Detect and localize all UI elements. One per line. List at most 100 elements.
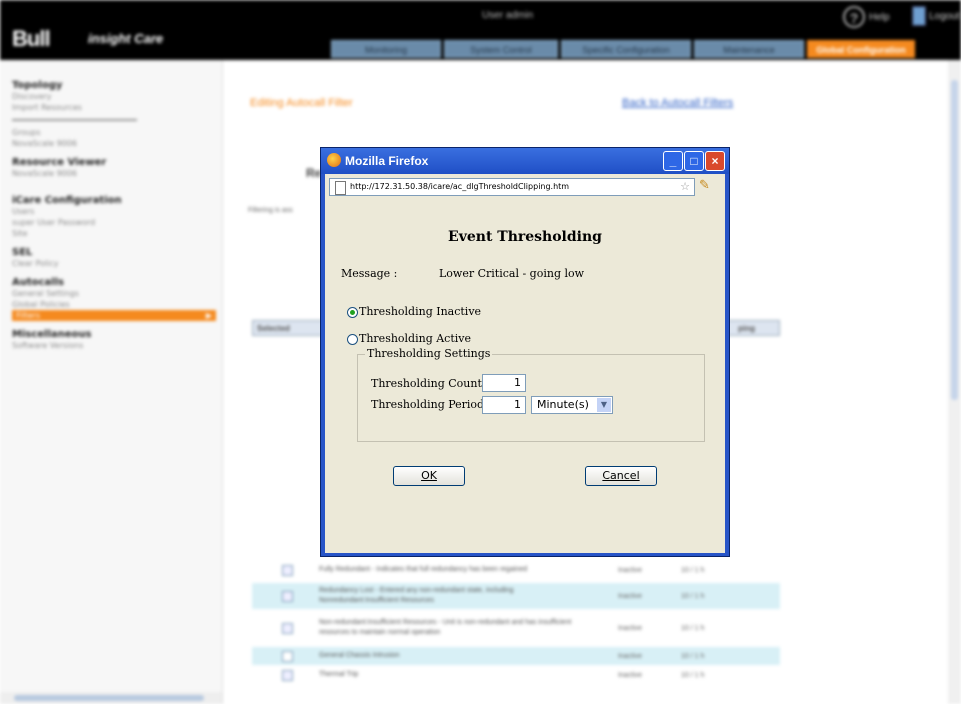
thresholding-count-input[interactable]: 1 bbox=[482, 374, 526, 392]
scrollbar-thumb[interactable] bbox=[951, 80, 958, 400]
period-unit-value: Minute(s) bbox=[537, 398, 589, 411]
window-titlebar[interactable]: Mozilla Firefox _ □ × bbox=[321, 148, 729, 174]
cancel-label: Cancel bbox=[602, 469, 640, 482]
app-name: insight Care bbox=[88, 31, 164, 46]
dialog-title: Event Thresholding bbox=[448, 229, 602, 245]
row-clipping: 10 / 1 h bbox=[681, 652, 705, 660]
page-icon bbox=[335, 181, 346, 195]
sidebar-item-super-user-password[interactable]: super User Password bbox=[0, 217, 222, 228]
radio-thresholding-active[interactable] bbox=[347, 334, 358, 345]
row-description: Thermal Trip bbox=[319, 671, 359, 678]
header-clipping: ping bbox=[738, 323, 755, 333]
tab-specific-configuration[interactable]: Specific Configuration bbox=[561, 40, 691, 58]
row-state: Inactive bbox=[617, 671, 643, 679]
row-clipping: 10 / 1 h bbox=[681, 592, 705, 600]
sidebar-section-topology: Topology bbox=[12, 80, 63, 91]
maximize-icon[interactable]: □ bbox=[684, 151, 704, 171]
row-state: Inactive bbox=[617, 566, 643, 574]
row-checkbox[interactable] bbox=[282, 564, 293, 576]
sidebar-item-filters[interactable]: Filters bbox=[12, 310, 216, 321]
thresholding-settings-legend: Thresholding Settings bbox=[365, 347, 493, 360]
close-icon[interactable]: × bbox=[705, 151, 725, 171]
minimize-icon[interactable]: _ bbox=[663, 151, 683, 171]
main-tabs: Monitoring System Control Specific Confi… bbox=[331, 40, 915, 60]
row-checkbox[interactable] bbox=[282, 590, 293, 602]
row-checkbox[interactable] bbox=[282, 650, 293, 662]
sidebar-section-autocalls: Autocalls bbox=[12, 277, 64, 288]
sidebar-section-icare-configuration: iCare Configuration bbox=[12, 195, 122, 206]
address-bar: http://172.31.50.38/icare/ac_dlgThreshol… bbox=[325, 174, 725, 201]
logout-icon bbox=[912, 6, 926, 26]
sidebar-item-group-novascale[interactable]: NovaScale 9006 bbox=[0, 138, 222, 149]
sidebar-divider bbox=[12, 119, 137, 121]
table-row: Fully Redundant - Indicates that full re… bbox=[252, 558, 780, 583]
tab-system-control[interactable]: System Control bbox=[444, 40, 558, 58]
sidebar-item-site[interactable]: Site bbox=[0, 228, 222, 239]
row-checkbox[interactable] bbox=[282, 622, 293, 634]
sidebar-item-viewer-novascale[interactable]: NovaScale 9006 bbox=[0, 168, 222, 179]
row-description: Fully Redundant - Indicates that full re… bbox=[319, 566, 528, 573]
row-clipping: 10 / 1 h bbox=[681, 671, 705, 679]
count-label: Thresholding Count bbox=[371, 377, 482, 390]
page-title: Editing Autocall Filter bbox=[250, 97, 353, 109]
bull-logo: Bull bbox=[12, 26, 51, 51]
ok-label: OK bbox=[421, 469, 437, 482]
row-state: Inactive bbox=[617, 624, 643, 632]
sidebar-horizontal-scrollbar[interactable] bbox=[0, 692, 222, 704]
sidebar-section-resource-viewer: Resource Viewer bbox=[12, 157, 107, 168]
help-label: Help bbox=[869, 11, 890, 23]
filtering-text: Filtering is ass bbox=[248, 207, 293, 214]
header-selected: Selected bbox=[257, 323, 290, 333]
tab-monitoring[interactable]: Monitoring bbox=[331, 40, 441, 58]
tab-maintenance[interactable]: Maintenance bbox=[694, 40, 804, 58]
period-label: Thresholding Period bbox=[371, 398, 485, 411]
sidebar-item-discovery[interactable]: Discovery bbox=[0, 91, 222, 102]
message-value: Lower Critical - going low bbox=[439, 267, 585, 280]
top-bar: Bull insight Care User admin ? Help Logo… bbox=[0, 0, 961, 60]
row-description: Redundancy Lost - Entered any non-redund… bbox=[319, 587, 514, 604]
period-unit-select[interactable]: Minute(s) ▼ bbox=[531, 396, 613, 414]
url-text: http://172.31.50.38/icare/ac_dlgThreshol… bbox=[350, 182, 570, 191]
url-field[interactable]: http://172.31.50.38/icare/ac_dlgThreshol… bbox=[329, 178, 695, 196]
row-clipping: 10 / 1 h bbox=[681, 566, 705, 574]
edit-icon[interactable]: ✎ bbox=[699, 178, 719, 196]
row-clipping: 10 / 1 h bbox=[681, 624, 705, 632]
table-row: Thermal Trip Inactive 10 / 1 h bbox=[252, 666, 780, 685]
sidebar-item-general-settings[interactable]: General Settings bbox=[0, 288, 222, 299]
cancel-button[interactable]: Cancel bbox=[585, 466, 657, 486]
thresholding-period-input[interactable]: 1 bbox=[482, 396, 526, 414]
table-row: Redundancy Lost - Entered any non-redund… bbox=[252, 583, 780, 610]
sidebar-item-groups[interactable]: Groups bbox=[0, 127, 222, 138]
row-description: General Chassis Intrusion bbox=[319, 652, 400, 659]
sidebar-item-clear-policy[interactable]: Clear Policy bbox=[0, 258, 222, 269]
sidebar-item-import-resources[interactable]: Import Resources bbox=[0, 102, 222, 113]
row-checkbox[interactable] bbox=[282, 669, 293, 681]
back-to-filters-link[interactable]: Back to Autocall Filters bbox=[622, 97, 733, 109]
logout-label: Logout bbox=[929, 10, 960, 22]
page-vertical-scrollbar[interactable] bbox=[948, 60, 961, 704]
sidebar-item-global-policies[interactable]: Global Policies bbox=[0, 299, 222, 310]
user-label: User admin bbox=[482, 10, 534, 21]
row-state: Inactive bbox=[617, 652, 643, 660]
radio-inactive-label: Thresholding Inactive bbox=[359, 305, 482, 318]
scrollbar-thumb[interactable] bbox=[14, 695, 204, 701]
sidebar-section-miscellaneous: Miscellaneous bbox=[12, 329, 92, 340]
bookmark-star-icon[interactable]: ☆ bbox=[680, 180, 690, 193]
firefox-popup-window: Mozilla Firefox _ □ × http://172.31.50.3… bbox=[320, 147, 730, 557]
radio-active-label: Thresholding Active bbox=[359, 332, 472, 345]
radio-thresholding-inactive[interactable] bbox=[347, 307, 358, 318]
tab-global-configuration[interactable]: Global Configuration bbox=[807, 40, 915, 58]
table-row: Non-redundant:Insufficient Resources - U… bbox=[252, 610, 780, 647]
row-state: Inactive bbox=[617, 592, 643, 600]
ok-button[interactable]: OK bbox=[393, 466, 465, 486]
sidebar-item-software-versions[interactable]: Software Versions bbox=[0, 340, 222, 351]
sidebar: Topology Discovery Import Resources Grou… bbox=[0, 60, 223, 704]
sidebar-item-users[interactable]: Users bbox=[0, 206, 222, 217]
help-icon: ? bbox=[843, 6, 865, 28]
message-label: Message : bbox=[341, 267, 398, 280]
logout-link[interactable]: Logout bbox=[912, 6, 960, 26]
chevron-down-icon[interactable]: ▼ bbox=[597, 398, 611, 412]
window-title: Mozilla Firefox bbox=[345, 154, 429, 168]
help-link[interactable]: ? Help bbox=[843, 6, 890, 28]
dialog-body: Event Thresholding Message : Lower Criti… bbox=[325, 201, 725, 553]
